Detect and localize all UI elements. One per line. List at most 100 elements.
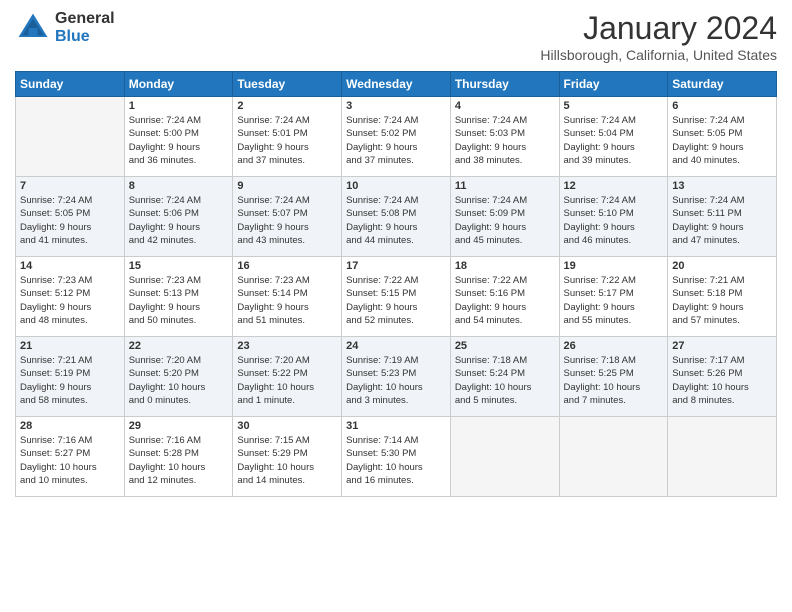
day-info: Sunrise: 7:24 AMSunset: 5:10 PMDaylight:… <box>564 194 664 247</box>
day-number: 1 <box>129 100 229 112</box>
day-info: Sunrise: 7:21 AMSunset: 5:18 PMDaylight:… <box>672 274 772 327</box>
day-info: Sunrise: 7:24 AMSunset: 5:03 PMDaylight:… <box>455 114 555 167</box>
day-number: 23 <box>237 340 337 352</box>
day-number: 3 <box>346 100 446 112</box>
day-info: Sunrise: 7:23 AMSunset: 5:12 PMDaylight:… <box>20 274 120 327</box>
day-number: 31 <box>346 420 446 432</box>
day-info: Sunrise: 7:24 AMSunset: 5:06 PMDaylight:… <box>129 194 229 247</box>
day-number: 14 <box>20 260 120 272</box>
day-number: 9 <box>237 180 337 192</box>
day-info: Sunrise: 7:20 AMSunset: 5:22 PMDaylight:… <box>237 354 337 407</box>
table-row <box>668 417 777 497</box>
logo: General Blue <box>15 10 115 46</box>
title-month: January 2024 <box>540 10 777 47</box>
table-row: 21Sunrise: 7:21 AMSunset: 5:19 PMDayligh… <box>16 337 125 417</box>
day-info: Sunrise: 7:23 AMSunset: 5:14 PMDaylight:… <box>237 274 337 327</box>
table-row: 30Sunrise: 7:15 AMSunset: 5:29 PMDayligh… <box>233 417 342 497</box>
table-row: 9 Sunrise: 7:24 AMSunset: 5:07 PMDaylight… <box>233 177 342 257</box>
day-info: Sunrise: 7:22 AMSunset: 5:16 PMDaylight:… <box>455 274 555 327</box>
day-number: 5 <box>564 100 664 112</box>
day-info: Sunrise: 7:16 AMSunset: 5:28 PMDaylight:… <box>129 434 229 487</box>
day-info: Sunrise: 7:15 AMSunset: 5:29 PMDaylight:… <box>237 434 337 487</box>
table-row: 12 Sunrise: 7:24 AMSunset: 5:10 PMDayligh… <box>559 177 668 257</box>
table-row: 28Sunrise: 7:16 AMSunset: 5:27 PMDayligh… <box>16 417 125 497</box>
table-row: 14 Sunrise: 7:23 AMSunset: 5:12 PMDayligh… <box>16 257 125 337</box>
day-info: Sunrise: 7:22 AMSunset: 5:15 PMDaylight:… <box>346 274 446 327</box>
day-number: 21 <box>20 340 120 352</box>
day-info: Sunrise: 7:24 AMSunset: 5:08 PMDaylight:… <box>346 194 446 247</box>
header: General Blue January 2024 Hillsborough, … <box>15 10 777 63</box>
day-number: 2 <box>237 100 337 112</box>
day-number: 20 <box>672 260 772 272</box>
table-row: 13Sunrise: 7:24 AMSunset: 5:11 PMDayligh… <box>668 177 777 257</box>
table-row: 20 Sunrise: 7:21 AMSunset: 5:18 PMDayligh… <box>668 257 777 337</box>
table-row: 11Sunrise: 7:24 AMSunset: 5:09 PMDayligh… <box>450 177 559 257</box>
table-row: 22 Sunrise: 7:20 AMSunset: 5:20 PMDayligh… <box>124 337 233 417</box>
table-row: 26 Sunrise: 7:18 AMSunset: 5:25 PMDayligh… <box>559 337 668 417</box>
day-info: Sunrise: 7:24 AMSunset: 5:04 PMDaylight:… <box>564 114 664 167</box>
day-info: Sunrise: 7:19 AMSunset: 5:23 PMDaylight:… <box>346 354 446 407</box>
day-info: Sunrise: 7:24 AMSunset: 5:00 PMDaylight:… <box>129 114 229 167</box>
day-info: Sunrise: 7:24 AMSunset: 5:05 PMDaylight:… <box>20 194 120 247</box>
day-number: 19 <box>564 260 664 272</box>
day-number: 27 <box>672 340 772 352</box>
day-info: Sunrise: 7:17 AMSunset: 5:26 PMDaylight:… <box>672 354 772 407</box>
day-info: Sunrise: 7:24 AMSunset: 5:07 PMDaylight:… <box>237 194 337 247</box>
col-saturday: Saturday <box>668 72 777 97</box>
day-info: Sunrise: 7:24 AMSunset: 5:05 PMDaylight:… <box>672 114 772 167</box>
logo-general-text: General <box>55 10 115 28</box>
day-info: Sunrise: 7:24 AMSunset: 5:02 PMDaylight:… <box>346 114 446 167</box>
table-row <box>450 417 559 497</box>
day-number: 8 <box>129 180 229 192</box>
logo-blue-text: Blue <box>55 28 115 46</box>
logo-text: General Blue <box>55 10 115 45</box>
day-number: 26 <box>564 340 664 352</box>
day-info: Sunrise: 7:22 AMSunset: 5:17 PMDaylight:… <box>564 274 664 327</box>
day-number: 25 <box>455 340 555 352</box>
calendar-week-row: 14 Sunrise: 7:23 AMSunset: 5:12 PMDayligh… <box>16 257 777 337</box>
table-row: 15Sunrise: 7:23 AMSunset: 5:13 PMDayligh… <box>124 257 233 337</box>
calendar-week-row: 28Sunrise: 7:16 AMSunset: 5:27 PMDayligh… <box>16 417 777 497</box>
calendar-header-row: Sunday Monday Tuesday Wednesday Thursday… <box>16 72 777 97</box>
table-row: 10Sunrise: 7:24 AMSunset: 5:08 PMDayligh… <box>342 177 451 257</box>
table-row: 24Sunrise: 7:19 AMSunset: 5:23 PMDayligh… <box>342 337 451 417</box>
table-row: 7Sunrise: 7:24 AMSunset: 5:05 PMDaylight… <box>16 177 125 257</box>
col-sunday: Sunday <box>16 72 125 97</box>
day-info: Sunrise: 7:18 AMSunset: 5:24 PMDaylight:… <box>455 354 555 407</box>
table-row: 27 Sunrise: 7:17 AMSunset: 5:26 PMDayligh… <box>668 337 777 417</box>
day-info: Sunrise: 7:18 AMSunset: 5:25 PMDaylight:… <box>564 354 664 407</box>
col-wednesday: Wednesday <box>342 72 451 97</box>
day-info: Sunrise: 7:24 AMSunset: 5:01 PMDaylight:… <box>237 114 337 167</box>
table-row: 1 Sunrise: 7:24 AMSunset: 5:00 PMDaylight… <box>124 97 233 177</box>
title-section: January 2024 Hillsborough, California, U… <box>540 10 777 63</box>
day-number: 11 <box>455 180 555 192</box>
day-number: 28 <box>20 420 120 432</box>
day-info: Sunrise: 7:20 AMSunset: 5:20 PMDaylight:… <box>129 354 229 407</box>
col-tuesday: Tuesday <box>233 72 342 97</box>
calendar-table: Sunday Monday Tuesday Wednesday Thursday… <box>15 71 777 497</box>
day-number: 17 <box>346 260 446 272</box>
page: General Blue January 2024 Hillsborough, … <box>0 0 792 612</box>
table-row: 19 Sunrise: 7:22 AMSunset: 5:17 PMDayligh… <box>559 257 668 337</box>
table-row: 29Sunrise: 7:16 AMSunset: 5:28 PMDayligh… <box>124 417 233 497</box>
table-row <box>559 417 668 497</box>
day-info: Sunrise: 7:24 AMSunset: 5:11 PMDaylight:… <box>672 194 772 247</box>
logo-icon <box>15 10 51 46</box>
day-info: Sunrise: 7:23 AMSunset: 5:13 PMDaylight:… <box>129 274 229 327</box>
day-number: 12 <box>564 180 664 192</box>
table-row: 8 Sunrise: 7:24 AMSunset: 5:06 PMDaylight… <box>124 177 233 257</box>
table-row: 6 Sunrise: 7:24 AMSunset: 5:05 PMDaylight… <box>668 97 777 177</box>
day-number: 22 <box>129 340 229 352</box>
table-row: 17 Sunrise: 7:22 AMSunset: 5:15 PMDayligh… <box>342 257 451 337</box>
day-info: Sunrise: 7:14 AMSunset: 5:30 PMDaylight:… <box>346 434 446 487</box>
col-monday: Monday <box>124 72 233 97</box>
table-row: 3 Sunrise: 7:24 AMSunset: 5:02 PMDaylight… <box>342 97 451 177</box>
table-row: 23 Sunrise: 7:20 AMSunset: 5:22 PMDayligh… <box>233 337 342 417</box>
title-location: Hillsborough, California, United States <box>540 47 777 63</box>
day-number: 16 <box>237 260 337 272</box>
day-number: 4 <box>455 100 555 112</box>
day-number: 6 <box>672 100 772 112</box>
table-row: 18 Sunrise: 7:22 AMSunset: 5:16 PMDayligh… <box>450 257 559 337</box>
day-number: 18 <box>455 260 555 272</box>
calendar-week-row: 21Sunrise: 7:21 AMSunset: 5:19 PMDayligh… <box>16 337 777 417</box>
